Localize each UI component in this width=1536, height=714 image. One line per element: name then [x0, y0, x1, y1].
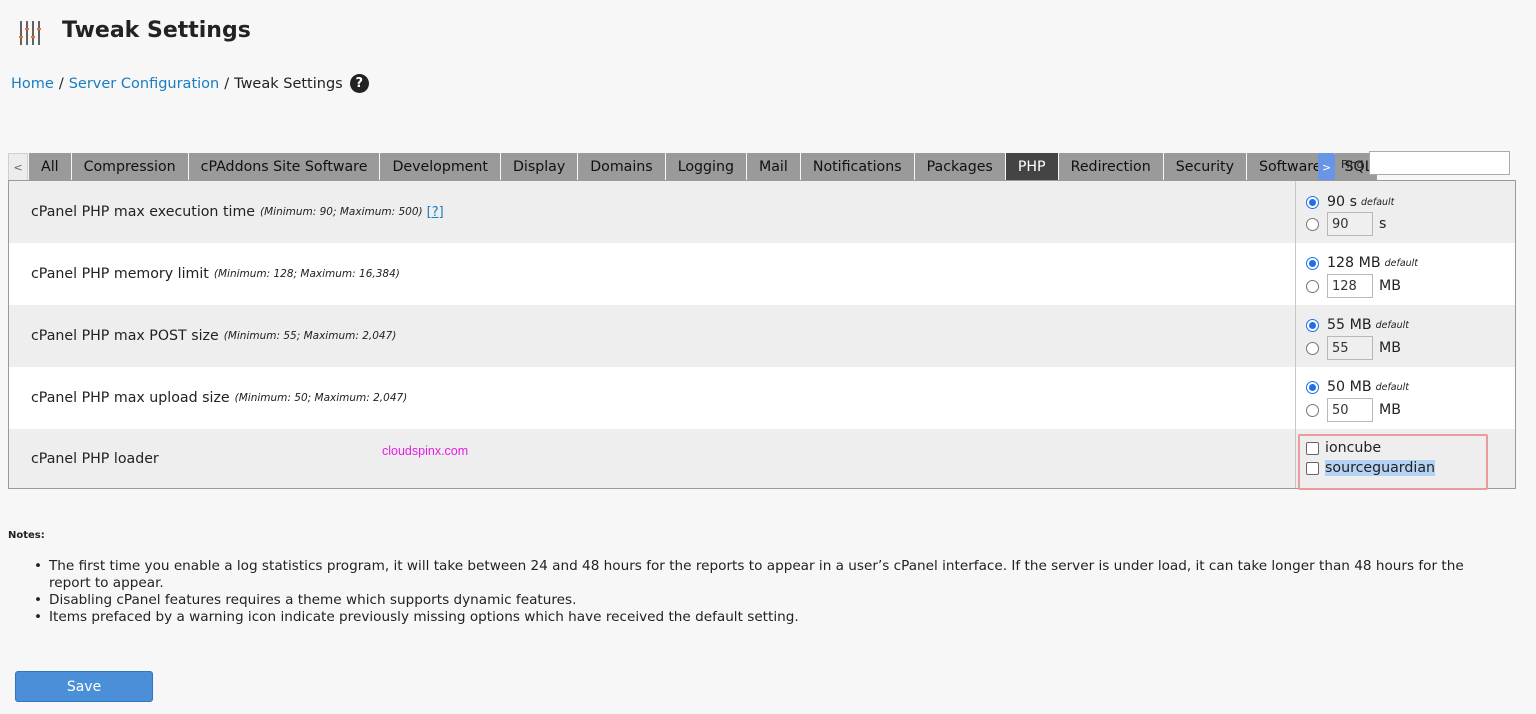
setting-row-memory-limit: cPanel PHP memory limit (Minimum: 128; M… [9, 243, 1515, 305]
tab-php[interactable]: PHP [1005, 153, 1059, 181]
tab-logging[interactable]: Logging [665, 153, 747, 181]
page-title: Tweak Settings [62, 18, 251, 43]
watermark-text: cloudspinx.com [382, 444, 469, 458]
custom-value-input[interactable]: 55 [1327, 336, 1373, 360]
custom-value-input[interactable]: 50 [1327, 398, 1373, 422]
setting-range: (Minimum: 50; Maximum: 2,047) [234, 392, 408, 404]
note-item: The first time you enable a log statisti… [34, 558, 1494, 592]
setting-label: cPanel PHP max execution time [31, 204, 255, 220]
custom-unit: s [1379, 216, 1387, 232]
breadcrumb-server-configuration[interactable]: Server Configuration [69, 76, 220, 92]
sliders-icon [18, 20, 42, 46]
breadcrumb-separator: / [224, 75, 230, 92]
custom-unit: MB [1379, 340, 1401, 356]
tabs-scroll-right-button[interactable]: > [1318, 153, 1335, 181]
default-radio[interactable] [1306, 318, 1319, 332]
default-value: 55 [1327, 317, 1346, 333]
tab-redirection[interactable]: Redirection [1058, 153, 1164, 181]
default-value: 50 [1327, 379, 1346, 395]
custom-value-input[interactable]: 128 [1327, 274, 1373, 298]
tabs-scroll-left-button[interactable]: < [8, 153, 28, 181]
setting-label: cPanel PHP max upload size [31, 390, 230, 406]
default-unit: MB [1349, 317, 1372, 333]
save-button[interactable]: Save [15, 671, 153, 702]
setting-row-max-execution-time: cPanel PHP max execution time (Minimum: … [9, 181, 1515, 243]
default-unit: s [1349, 194, 1357, 210]
tab-all[interactable]: All [29, 153, 72, 181]
tab-development[interactable]: Development [380, 153, 501, 181]
setting-label: cPanel PHP max POST size [31, 328, 219, 344]
default-radio[interactable] [1306, 195, 1319, 209]
default-unit: MB [1349, 379, 1372, 395]
tab-display[interactable]: Display [500, 153, 579, 181]
setting-range: (Minimum: 55; Maximum: 2,047) [223, 330, 397, 342]
setting-row-max-upload-size: cPanel PHP max upload size (Minimum: 50;… [9, 367, 1515, 429]
default-value: 90 [1327, 194, 1346, 210]
setting-range: (Minimum: 128; Maximum: 16,384) [213, 268, 400, 280]
annotation-highlight-box [1298, 434, 1488, 490]
tab-packages[interactable]: Packages [914, 153, 1006, 181]
notes-list: The first time you enable a log statisti… [34, 558, 1494, 626]
default-tag: default [1384, 257, 1419, 269]
breadcrumb-current: Tweak Settings [234, 75, 343, 92]
settings-table: cPanel PHP max execution time (Minimum: … [8, 180, 1516, 489]
custom-radio[interactable] [1306, 279, 1319, 293]
default-tag: default [1375, 319, 1409, 331]
setting-label: cPanel PHP memory limit [31, 266, 209, 282]
default-tag: default [1360, 196, 1395, 208]
tab-cpaddons-site-software[interactable]: cPAddons Site Software [188, 153, 381, 181]
category-tabs: All Compression cPAddons Site Software D… [29, 153, 1378, 181]
breadcrumb-home[interactable]: Home [11, 76, 54, 92]
default-radio[interactable] [1306, 256, 1319, 270]
find-label: Find [1341, 158, 1364, 171]
notes-title: Notes: [8, 530, 45, 541]
note-item: Items prefaced by a warning icon indicat… [34, 609, 1494, 626]
default-value: 128 [1327, 255, 1355, 271]
custom-unit: MB [1379, 402, 1401, 418]
tab-domains[interactable]: Domains [578, 153, 666, 181]
setting-row-php-loader: cPanel PHP loader ioncube sourceguardian [9, 429, 1515, 488]
help-icon[interactable]: ? [349, 74, 369, 93]
custom-value-input[interactable]: 90 [1327, 212, 1373, 236]
default-tag: default [1375, 381, 1409, 393]
setting-label: cPanel PHP loader [31, 450, 159, 467]
setting-range: (Minimum: 90; Maximum: 500) [260, 206, 423, 218]
custom-radio[interactable] [1306, 217, 1319, 231]
default-radio[interactable] [1306, 380, 1319, 394]
note-item: Disabling cPanel features requires a the… [34, 592, 1494, 609]
tab-notifications[interactable]: Notifications [800, 153, 915, 181]
find-input[interactable] [1369, 151, 1510, 175]
tab-mail[interactable]: Mail [747, 153, 801, 181]
custom-radio[interactable] [1306, 341, 1319, 355]
custom-radio[interactable] [1306, 403, 1319, 417]
breadcrumb: Home / Server Configuration / Tweak Sett… [11, 74, 369, 93]
tab-compression[interactable]: Compression [71, 153, 189, 181]
custom-unit: MB [1379, 278, 1401, 294]
setting-row-max-post-size: cPanel PHP max POST size (Minimum: 55; M… [9, 305, 1515, 367]
breadcrumb-separator: / [58, 75, 64, 92]
setting-help-link[interactable]: [?] [427, 205, 444, 220]
tab-security[interactable]: Security [1163, 153, 1247, 181]
default-unit: MB [1358, 255, 1381, 271]
